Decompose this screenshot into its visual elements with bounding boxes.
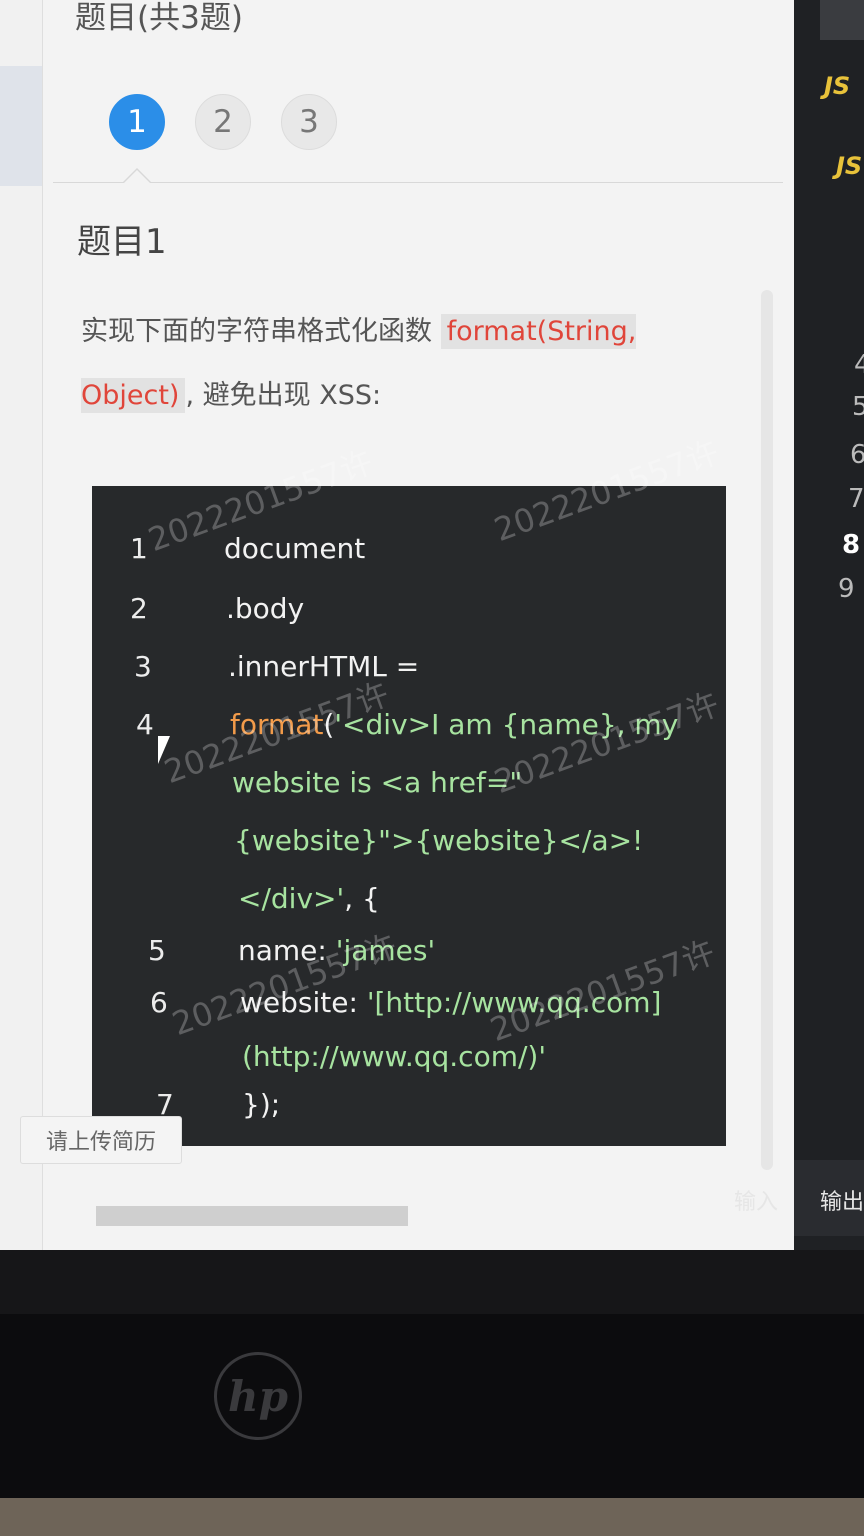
line-number: 4 (136, 708, 154, 741)
line-number: 1 (130, 532, 148, 565)
line-number: 2 (130, 592, 148, 625)
watermark: 2022201557许 (489, 684, 724, 802)
question-description: 实现下面的字符串格式化函数 format(String, Object), 避免… (81, 300, 741, 428)
code-line-6: website: '[http://www.qq.com] (240, 986, 661, 1019)
desk-surface (0, 1498, 864, 1536)
editor-line-number: 6 (850, 440, 864, 470)
js-file-icon[interactable]: JS (824, 72, 850, 100)
editor-line-number: 4 (854, 350, 864, 380)
code-line-3: .innerHTML = (228, 650, 420, 683)
upload-resume-tip[interactable]: 请上传简历 (20, 1116, 182, 1164)
code-string-end: </div>' (238, 882, 345, 915)
question-tab-3[interactable]: 3 (281, 94, 337, 150)
active-tab-caret (123, 168, 151, 183)
question-tab-2[interactable]: 2 (195, 94, 251, 150)
sidebar-selected-item[interactable] (0, 66, 42, 186)
bottom-text-placeholder (96, 1206, 408, 1226)
editor-line-number: 7 (848, 484, 864, 514)
code-string: '<div>I am {name}, my (334, 708, 679, 741)
code-line-4: format('<div>I am {name}, my (230, 708, 678, 741)
editor-panel: JS JS 4 5 6 7 8 9 输入 输出 (734, 0, 864, 1250)
code-line-4-wrap-3: </div>', { (238, 882, 380, 915)
code-paren: ( (323, 708, 335, 741)
line-number: 5 (148, 934, 166, 967)
input-tab[interactable]: 输入 (734, 1184, 778, 1216)
code-string-james: 'james' (335, 934, 436, 967)
code-line-2: .body (226, 592, 305, 625)
editor-topbar (820, 0, 864, 40)
hp-logo: hp (214, 1352, 302, 1440)
editor-line-number: 5 (852, 392, 864, 422)
monitor-bezel (0, 1250, 864, 1314)
output-tab[interactable]: 输出 (820, 1184, 864, 1216)
mouse-pointer-icon (158, 736, 170, 764)
code-object-open: , { (344, 882, 380, 915)
code-line-1: document (224, 532, 366, 565)
question-tab-1[interactable]: 1 (109, 94, 165, 150)
code-key-website: website: (240, 986, 367, 1019)
question-title: 题目1 (77, 222, 167, 262)
tabs-divider (53, 182, 783, 183)
questions-count-heading: 题目(共3题) (75, 0, 243, 36)
code-line-5: name: 'james' (238, 934, 435, 967)
code-function-name: format (230, 708, 324, 741)
editor-line-number-current: 8 (842, 530, 861, 560)
question-tabs: 1 2 3 (109, 94, 337, 150)
code-line-7: }); (242, 1088, 281, 1121)
code-key-name: name: (238, 934, 336, 967)
code-line-4-wrap-2: {website}">{website}</a>! (234, 824, 644, 857)
line-number: 6 (150, 986, 168, 1019)
code-string-url: '[http://www.qq.com] (366, 986, 662, 1019)
code-line-6-wrap: (http://www.qq.com/)' (242, 1040, 547, 1073)
vertical-scrollbar[interactable] (761, 290, 773, 1170)
js-file-icon[interactable]: JS (836, 152, 862, 180)
line-number: 3 (134, 650, 152, 683)
question-description-text: 实现下面的字符串格式化函数 (81, 316, 441, 347)
code-block: 1 document 2 .body 3 .innerHTML = 4 form… (92, 433, 726, 1146)
editor-line-number: 9 (838, 574, 855, 604)
screen: 题目(共3题) 1 2 3 题目1 实现下面的字符串格式化函数 format(S… (0, 0, 864, 1250)
left-sidebar-strip (0, 0, 42, 1250)
question-description-suffix: , 避免出现 XSS: (185, 380, 382, 411)
code-line-4-wrap-1: website is <a href=" (232, 766, 523, 799)
